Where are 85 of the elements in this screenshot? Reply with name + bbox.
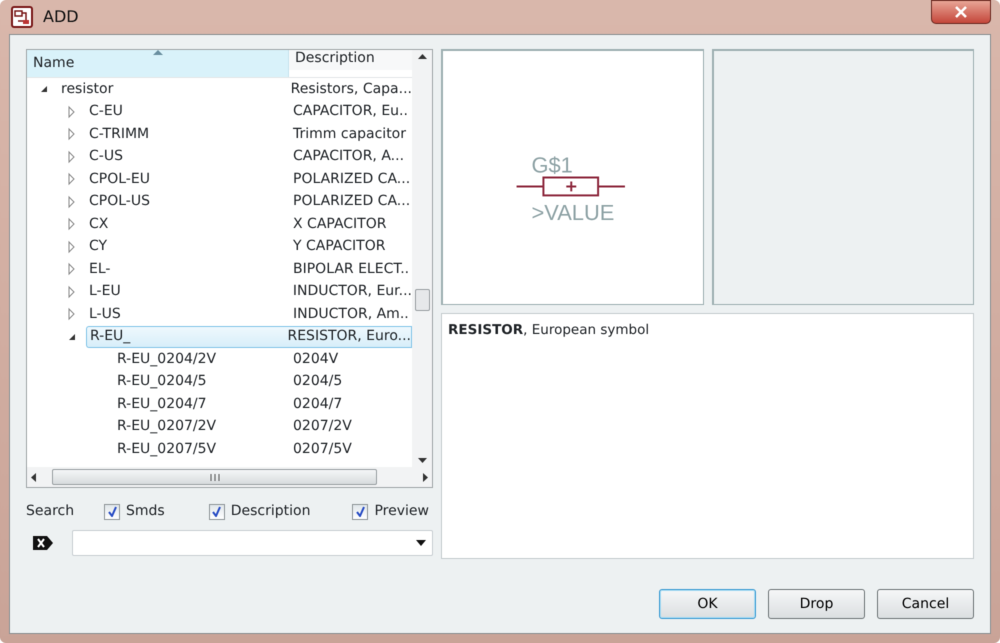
tree-row[interactable]: R-EU_ RESISTOR, Euro... xyxy=(27,326,412,348)
dialog-button[interactable]: Cancel xyxy=(877,589,974,619)
item-description: 0204V xyxy=(293,350,340,369)
column-header[interactable]: Name xyxy=(27,50,289,77)
item-description: POLARIZED CA... xyxy=(293,170,412,189)
app-icon xyxy=(11,6,33,28)
scroll-right-icon xyxy=(423,472,428,482)
item-description: Y CAPACITOR xyxy=(293,237,386,256)
item-name: C-US xyxy=(88,147,124,166)
tree-row[interactable]: R-EU_0207/2V 0207/2V xyxy=(27,416,412,438)
item-name: C-EU xyxy=(88,102,124,122)
tree-row[interactable]: R-EU_0204/5 0204/5 xyxy=(27,370,412,393)
item-description: Trimm capacitor xyxy=(293,124,408,144)
grip-icon xyxy=(210,474,220,480)
tree-row[interactable]: EL- BIPOLAR ELECT.. xyxy=(27,258,412,280)
tree-row[interactable]: CPOL-EU POLARIZED CA... xyxy=(27,168,412,190)
checkbox[interactable] xyxy=(208,504,225,520)
item-name: L-EU xyxy=(88,282,122,302)
scroll-thumb[interactable] xyxy=(52,469,377,485)
close-icon xyxy=(955,6,967,18)
item-description: 0207/5V xyxy=(293,440,353,459)
tree-row[interactable]: C-EU CAPACITOR, Eu.. xyxy=(27,100,412,123)
item-description: 0204/5 xyxy=(293,372,344,392)
scroll-left-icon xyxy=(31,472,36,482)
tree-row[interactable]: R-EU_0207/5V 0207/5V xyxy=(27,438,412,460)
search-label: Search xyxy=(26,502,76,521)
value-label: >VALUE xyxy=(532,200,614,226)
tree-row[interactable]: CY Y CAPACITOR xyxy=(27,236,412,258)
item-description: BIPOLAR ELECT.. xyxy=(293,260,410,279)
item-name: R-EU_ xyxy=(86,326,288,348)
item-description: POLARIZED CA... xyxy=(293,192,412,212)
item-description: CAPACITOR, A... xyxy=(293,147,406,166)
sort-arrow-icon xyxy=(153,50,163,55)
tree-row[interactable]: L-US INDUCTOR, Am.. xyxy=(27,303,412,326)
item-description: CAPACITOR, Eu.. xyxy=(293,102,409,122)
tree-row[interactable]: R-EU_0204/2V 0204V xyxy=(27,348,412,370)
item-name: CY xyxy=(88,237,108,256)
item-description: INDUCTOR, Eur... xyxy=(292,282,412,302)
item-name: R-EU_0204/7 xyxy=(116,394,208,414)
tree-row[interactable]: resistor Resistors, Capa... xyxy=(27,78,412,100)
item-name: EL- xyxy=(88,260,112,279)
clear-icon[interactable] xyxy=(32,535,54,551)
scroll-up-icon xyxy=(418,54,426,59)
item-name: C-TRIMM xyxy=(88,124,150,144)
scroll-down-icon xyxy=(418,458,426,463)
window-title: ADD xyxy=(43,6,79,28)
tree-row[interactable]: C-TRIMM Trimm capacitor xyxy=(27,123,412,146)
vertical-scrollbar[interactable] xyxy=(412,50,432,467)
checkbox-option[interactable]: Smds xyxy=(104,501,165,522)
item-name: R-EU_0204/2V xyxy=(116,350,218,369)
check-icon xyxy=(108,506,116,517)
item-description: 0204/7 xyxy=(293,394,344,414)
name-label: G$1 xyxy=(532,152,573,178)
item-name: R-EU_0207/5V xyxy=(116,440,218,459)
item-name: R-EU_0204/5 xyxy=(116,372,208,392)
description-text: RESISTOR, European symbol xyxy=(448,322,650,338)
tree-row[interactable]: R-EU_0204/7 0204/7 xyxy=(27,393,412,416)
item-name: resistor xyxy=(60,80,114,99)
item-description: RESISTOR, Euro... xyxy=(287,326,412,348)
checkbox-option[interactable]: Preview xyxy=(352,501,429,522)
column-header[interactable]: Description xyxy=(289,50,412,70)
dialog-button[interactable]: OK xyxy=(659,589,756,619)
item-name: CPOL-US xyxy=(88,192,151,212)
dialog-button[interactable]: Drop xyxy=(768,589,865,619)
item-name: R-EU_0207/2V xyxy=(116,417,218,436)
item-name: L-US xyxy=(88,304,122,324)
checkbox[interactable] xyxy=(352,504,368,520)
item-description: INDUCTOR, Am.. xyxy=(293,304,410,324)
dropdown-caret-icon xyxy=(416,540,426,546)
check-icon xyxy=(212,506,222,517)
tree-row[interactable]: CPOL-US POLARIZED CA... xyxy=(27,190,412,213)
item-name: CPOL-EU xyxy=(88,170,151,189)
checkbox[interactable] xyxy=(104,504,120,520)
item-description: X CAPACITOR xyxy=(293,214,388,234)
tree-row[interactable]: CX X CAPACITOR xyxy=(27,213,412,236)
item-description: Resistors, Capa... xyxy=(290,80,412,99)
scroll-thumb[interactable] xyxy=(414,289,430,311)
tree-row[interactable]: C-US CAPACITOR, A... xyxy=(27,146,412,168)
tree-row[interactable]: L-EU INDUCTOR, Eur... xyxy=(27,280,412,303)
check-icon xyxy=(356,506,365,517)
item-name: CX xyxy=(88,214,110,234)
close-button[interactable] xyxy=(931,0,991,24)
horizontal-scrollbar[interactable] xyxy=(27,467,432,487)
checkbox-option[interactable]: Description xyxy=(208,501,310,522)
item-description: 0207/2V xyxy=(293,417,353,436)
